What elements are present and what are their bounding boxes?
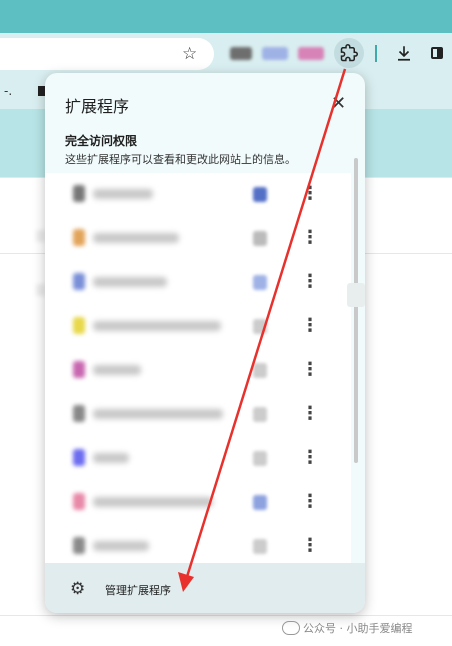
watermark-text: 公众号 · 小助手爱编程: [303, 622, 413, 635]
red-annotation-arrow: [178, 68, 347, 592]
